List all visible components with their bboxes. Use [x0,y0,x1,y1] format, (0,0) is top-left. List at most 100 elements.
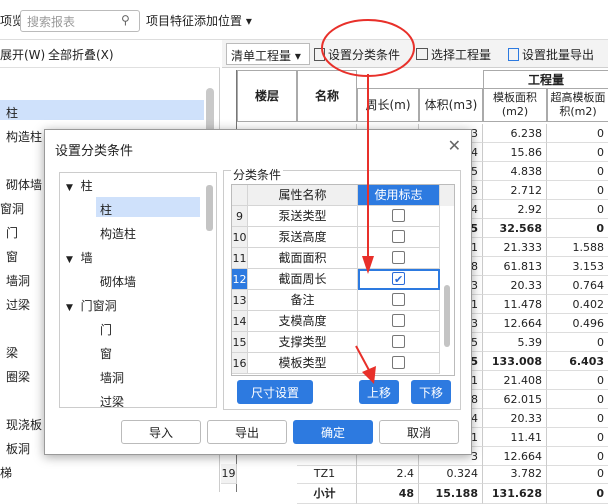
left-tree-item-gl[interactable]: 过梁 [6,296,30,313]
tree-node-qiang-group[interactable]: ▼ 墙 [66,249,93,266]
export-icon [508,47,519,61]
tree-node-zhu-group[interactable]: ▼ 柱 [66,177,93,194]
property-row[interactable]: 13 备注 [232,290,454,311]
cut-row-volume: 15.188 [419,484,483,504]
col-formwork-area: 模板面积(m2) [483,88,547,122]
property-row[interactable]: 14 支模高度 [232,311,454,332]
use-flag-cell [358,290,440,311]
left-tree-item-bd[interactable]: 板洞 [6,440,30,457]
qty-type-dropdown[interactable]: 清单工程量 ▾ [226,43,310,65]
last-row-name: TZ1 [297,464,357,484]
tree-node-qtq[interactable]: 砌体墙 [100,273,136,290]
left-tree-item-liang[interactable]: 梁 [6,344,18,361]
use-flag-checkbox[interactable] [392,209,405,222]
grid-cell: 5.39 [483,333,547,352]
grid-cell: 20.33 [483,276,547,295]
tree-node-chuang[interactable]: 窗 [100,345,112,362]
left-tree-item-ql[interactable]: 圈梁 [6,368,30,385]
col-perimeter: 周长(m) [357,88,419,122]
search-placeholder: 搜索报表 [27,15,76,29]
header-name: 属性名称 [248,185,358,206]
grid-cell: 0 [547,409,608,428]
left-tree-item-qtq[interactable]: 砌体墙 [6,176,42,193]
property-name: 泵送类型 [248,206,358,227]
property-row[interactable]: 12 截面周长 ✔ [232,269,454,290]
grid-cell: 3.153 [547,257,608,276]
property-name: 截面面积 [248,248,358,269]
grid-cell: 11.478 [483,295,547,314]
expand-button[interactable]: 展开(W) [0,46,45,63]
left-tree-item-gzz[interactable]: 构造柱 [6,128,42,145]
property-table-header: 属性名称 使用标志 [232,185,454,206]
tree-node-mcd-group[interactable]: ▼ 门窗洞 [66,297,117,314]
cancel-button[interactable]: 取消 [379,420,459,444]
condition-icon [314,47,325,61]
grid-cell: 0 [547,181,608,200]
use-flag-cell [358,353,440,374]
use-flag-checkbox[interactable] [392,356,405,369]
tree-node-label: 柱 [80,179,93,193]
grid-cell: 2.92 [483,200,547,219]
left-tree-item-chuang[interactable]: 窗 [6,248,18,265]
left-tree-item-qd[interactable]: 墙洞 [6,272,30,289]
left-tree-item-men[interactable]: 门 [6,224,18,241]
tree-node-zhu[interactable]: 柱 [100,201,112,218]
property-row-number: 12 [232,269,248,290]
select-qty-label: 选择工程量 [431,47,492,62]
import-button[interactable]: 导入 [121,420,201,444]
grid-cell: 0 [547,200,608,219]
property-row[interactable]: 10 泵送高度 [232,227,454,248]
col-volume: 体积(m3) [419,88,483,122]
grid-cell: 0.402 [547,295,608,314]
property-row[interactable]: 9 泵送类型 [232,206,454,227]
property-row-number: 13 [232,290,248,311]
tree-node-men[interactable]: 门 [100,321,112,338]
left-tree-item-zhu[interactable]: 柱 [6,104,18,121]
tree-scrollbar[interactable] [206,185,213,231]
chevron-down-icon[interactable]: ▼ [66,303,73,313]
property-scrollbar[interactable] [444,285,450,347]
use-flag-checkbox[interactable] [392,251,405,264]
use-flag-checkbox[interactable] [392,230,405,243]
tree-node-gzz[interactable]: 构造柱 [100,225,136,242]
grid-cell: 0 [547,333,608,352]
left-tree-item-cd[interactable]: 窗洞 [0,200,24,217]
checked-checkbox[interactable]: ✔ [392,272,405,286]
size-setting-button[interactable]: 尺寸设置 [237,380,313,404]
grid-cell: 11.41 [483,428,547,447]
tree-node-qd[interactable]: 墙洞 [100,369,124,386]
left-tree-item-xjb[interactable]: 现浇板 [6,416,42,433]
property-row[interactable]: 15 支撑类型 [232,332,454,353]
grid-icon [416,48,428,60]
property-row[interactable]: 16 模板类型 [232,353,454,374]
ok-button[interactable]: 确定 [293,420,373,444]
batch-export-button[interactable]: 设置批量导出 [508,43,594,65]
move-up-button[interactable]: 上移 [359,380,399,404]
search-icon[interactable]: ⚲ [121,13,135,27]
grid-cell: 6.403 [547,352,608,371]
property-name: 截面周长 [248,269,358,290]
set-condition-button[interactable]: 设置分类条件 [314,43,400,65]
cut-row-name: 小计 [297,484,357,504]
use-flag-checkbox[interactable] [392,293,405,306]
use-flag-checkbox[interactable] [392,335,405,348]
use-flag-checkbox[interactable] [392,314,405,327]
col-high-formwork: 超高模板面积(m2) [547,88,608,122]
property-name: 模板类型 [248,353,358,374]
use-flag-cell [358,248,440,269]
chevron-down-icon[interactable]: ▼ [66,255,73,265]
move-down-button[interactable]: 下移 [411,380,451,404]
group-header: 工程量 [483,70,608,88]
chevron-down-icon[interactable]: ▼ [66,183,73,193]
collapse-all-button[interactable]: 全部折叠(X) [48,46,114,63]
export-button[interactable]: 导出 [207,420,287,444]
property-row[interactable]: 11 截面面积 [232,248,454,269]
left-tree-selected-row [0,100,204,120]
select-qty-button[interactable]: 选择工程量 [416,43,491,65]
use-flag-cell [358,311,440,332]
add-position-dropdown[interactable]: 项目特征添加位置 ▾ [146,12,252,29]
search-input[interactable]: 搜索报表 ⚲ [20,10,140,32]
tree-node-gl[interactable]: 过梁 [100,393,124,407]
close-icon[interactable]: ✕ [448,136,461,155]
left-tree-item-ti[interactable]: 梯 [0,464,12,481]
